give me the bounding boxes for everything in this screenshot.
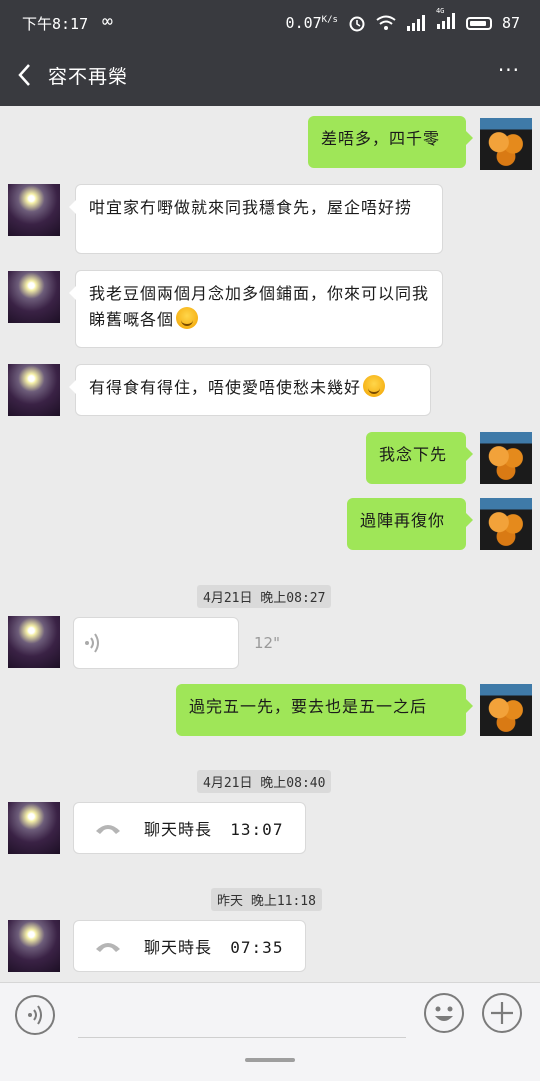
my-avatar[interactable] (480, 498, 532, 550)
network-speed: 0.07K/s (285, 14, 338, 32)
smiling-emoji-icon (363, 375, 386, 397)
phone-hangup-icon (96, 825, 120, 834)
timestamp: 4月21日 晚上08:40 (197, 770, 332, 793)
contact-avatar[interactable] (8, 802, 60, 854)
smiley-icon (435, 1006, 453, 1021)
message-bubble-received[interactable]: 有得食有得住，唔使愛唔使愁未幾好 (69, 364, 431, 416)
back-icon[interactable] (14, 60, 36, 90)
voice-message-bubble[interactable] (73, 617, 239, 669)
signal-4g-icon: 4G (436, 7, 456, 33)
message-bubble-sent[interactable]: 過陣再復你 (347, 498, 473, 550)
signal-icon (406, 15, 425, 31)
timestamp: 4月21日 晚上08:27 (197, 585, 332, 608)
message-bubble-sent[interactable]: 我念下先 (366, 432, 473, 484)
message-bubble-sent[interactable]: 差唔多，四千零 (308, 116, 473, 168)
message-bubble-received[interactable]: 咁宜家冇嘢做就來同我穩食先，屋企唔好捞 (69, 184, 443, 254)
plus-icon (491, 1002, 513, 1024)
contact-avatar[interactable] (8, 920, 60, 972)
my-avatar[interactable] (480, 684, 532, 736)
wifi-icon (376, 15, 396, 30)
call-duration: 07:35 (230, 938, 284, 957)
contact-avatar[interactable] (8, 616, 60, 668)
my-avatar[interactable] (480, 432, 532, 484)
contact-avatar[interactable] (8, 364, 60, 416)
call-label: 聊天時長 (144, 938, 213, 957)
battery-icon (465, 16, 492, 30)
voice-call-record[interactable]: 聊天時長 13:07 (73, 802, 306, 854)
message-bubble-sent[interactable]: 過完五一先，要去也是五一之后 (176, 684, 473, 736)
more-options-button[interactable]: ··· (498, 58, 520, 82)
infinity-icon: ∞ (102, 11, 113, 32)
alarm-icon (349, 16, 365, 32)
status-time: 下午8:17 (22, 15, 89, 33)
input-bar (0, 982, 540, 1081)
voice-wave-icon (85, 633, 99, 653)
contact-avatar[interactable] (8, 271, 60, 323)
status-bar: 下午8:17 ∞ 0.07K/s 4G 87 (0, 0, 540, 46)
voice-input-button[interactable] (15, 995, 55, 1035)
call-duration: 13:07 (230, 820, 284, 839)
chat-header: 容不再榮 ··· (0, 46, 540, 106)
home-indicator[interactable] (245, 1058, 295, 1062)
voice-duration: 12" (254, 634, 280, 652)
emoji-button[interactable] (424, 993, 464, 1033)
message-input[interactable] (78, 1037, 406, 1038)
contact-avatar[interactable] (8, 184, 60, 236)
my-avatar[interactable] (480, 118, 532, 170)
timestamp: 昨天 晚上11:18 (211, 888, 322, 911)
laughing-emoji-icon (176, 307, 199, 329)
battery-level: 87 (501, 14, 520, 32)
voice-call-record[interactable]: 聊天時長 07:35 (73, 920, 306, 972)
call-label: 聊天時長 (144, 820, 213, 839)
voice-icon (28, 1005, 42, 1025)
phone-hangup-icon (96, 943, 120, 952)
chat-area[interactable]: 差唔多，四千零 咁宜家冇嘢做就來同我穩食先，屋企唔好捞 我老豆個兩個月念加多個鋪… (0, 106, 540, 980)
add-more-button[interactable] (482, 993, 522, 1033)
chat-title: 容不再榮 (48, 66, 129, 88)
message-bubble-received[interactable]: 我老豆個兩個月念加多個鋪面，你來可以同我睇舊嘅各個 (69, 270, 443, 348)
